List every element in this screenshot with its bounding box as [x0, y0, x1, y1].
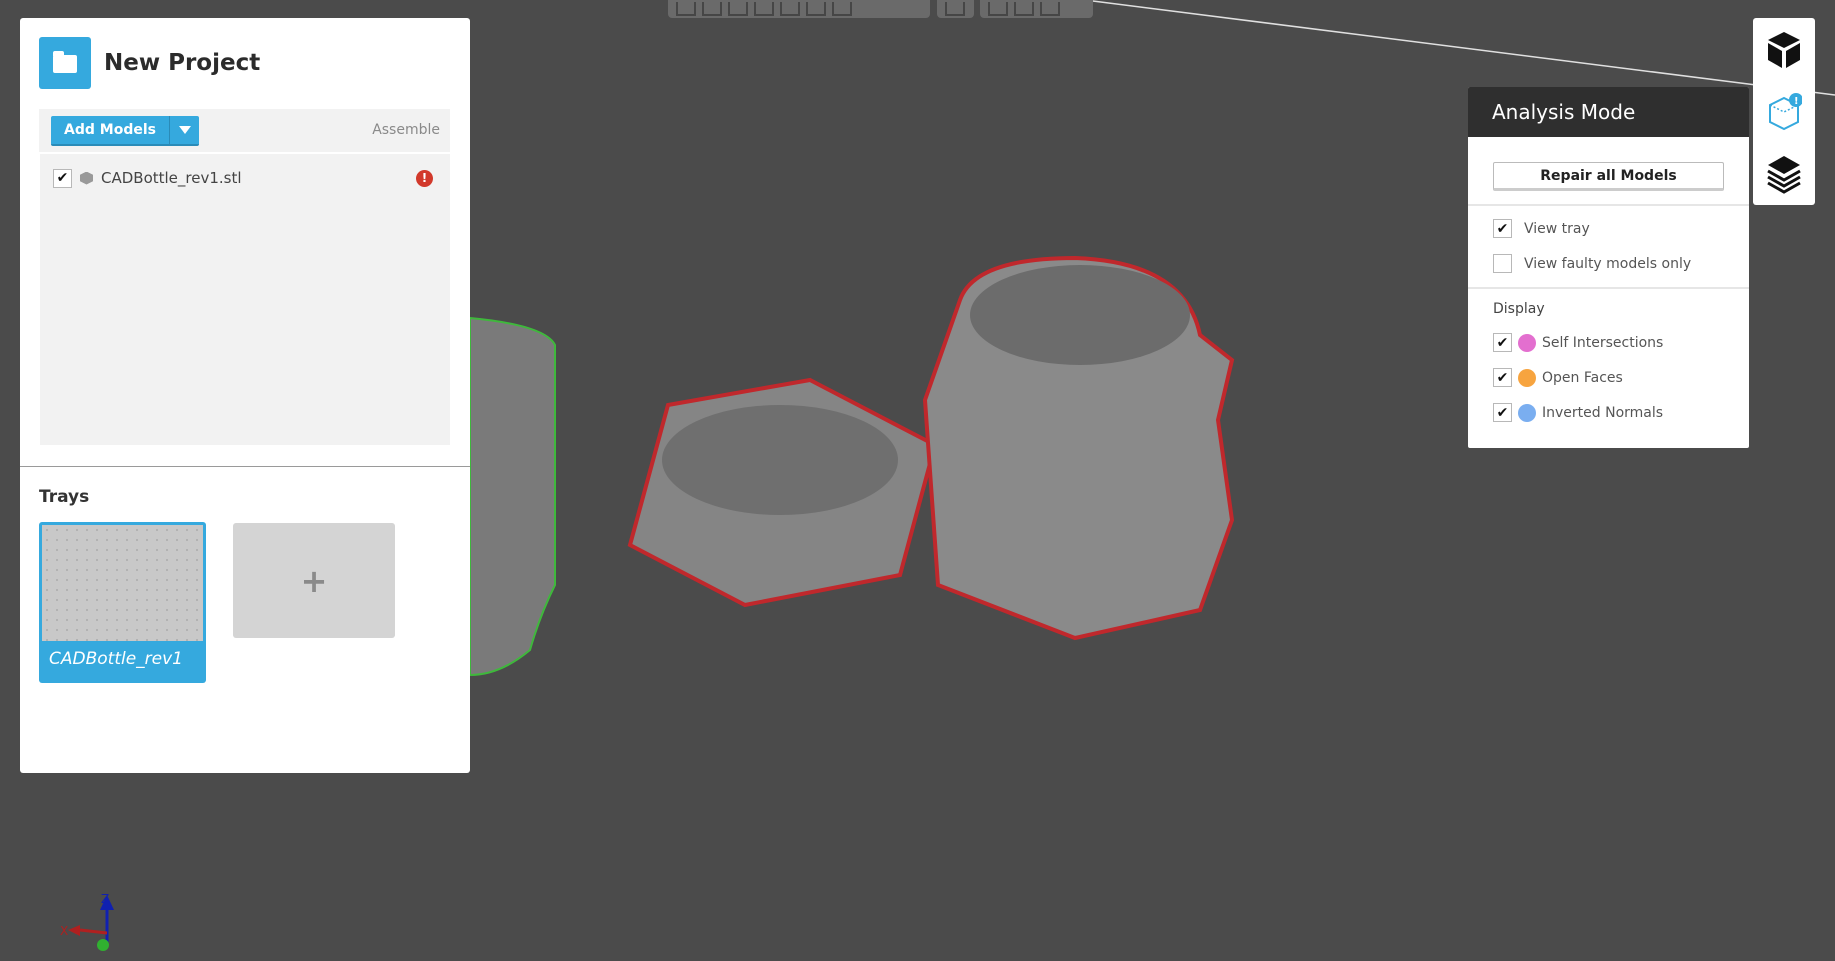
faulty-only-checkbox[interactable] — [1493, 254, 1512, 273]
layers-icon[interactable] — [1766, 154, 1802, 194]
view-toolbar — [668, 0, 930, 18]
view-bottom-icon[interactable] — [806, 2, 826, 16]
assemble-button[interactable]: Assemble — [372, 122, 440, 138]
view-back-icon[interactable] — [702, 2, 722, 16]
open-faces-checkbox[interactable]: ✔ — [1493, 368, 1512, 387]
option-label: Self Intersections — [1542, 334, 1664, 351]
model-name: CADBottle_rev1.stl — [101, 169, 242, 187]
zoom-toolbar — [980, 0, 1093, 18]
lid-inner — [662, 405, 898, 515]
option-label: Open Faces — [1542, 369, 1623, 386]
divider — [1468, 287, 1749, 289]
model-list: ✔ CADBottle_rev1.stl ! — [40, 154, 450, 445]
repair-all-button[interactable]: Repair all Models — [1493, 162, 1724, 191]
error-icon[interactable]: ! — [416, 169, 433, 187]
zoom-fit-icon[interactable] — [988, 2, 1008, 16]
view-tray-checkbox[interactable]: ✔ — [1493, 219, 1512, 238]
zoom-selection-icon[interactable] — [1014, 2, 1034, 16]
project-panel: New Project Add Models Assemble ✔ CADBot… — [20, 18, 470, 773]
add-tray-button[interactable]: + — [233, 523, 395, 638]
display-heading: Display — [1493, 301, 1545, 317]
project-title: New Project — [104, 50, 261, 76]
model-checkbox[interactable]: ✔ — [53, 168, 72, 188]
view-tray-option[interactable]: ✔ View tray — [1493, 219, 1590, 238]
inverted-normals-checkbox[interactable]: ✔ — [1493, 403, 1512, 422]
perspective-icon[interactable] — [945, 2, 965, 16]
view-iso-icon[interactable] — [832, 2, 852, 16]
option-label: View faulty models only — [1524, 255, 1692, 272]
color-swatch — [1518, 368, 1536, 387]
inverted-normals-option[interactable]: ✔ Inverted Normals — [1493, 403, 1663, 422]
add-models-button[interactable]: Add Models — [51, 116, 199, 146]
view-front-icon[interactable] — [676, 2, 696, 16]
option-label: View tray — [1524, 220, 1590, 237]
right-toolbar: ! — [1753, 18, 1815, 205]
chevron-down-icon — [178, 126, 191, 134]
option-label: Inverted Normals — [1542, 404, 1664, 421]
view-left-icon[interactable] — [728, 2, 748, 16]
faulty-only-option[interactable]: View faulty models only — [1493, 254, 1691, 273]
view-top-icon[interactable] — [780, 2, 800, 16]
cube-solid-icon[interactable] — [1766, 30, 1802, 70]
color-swatch — [1518, 333, 1536, 352]
svg-text:X: X — [60, 924, 68, 938]
divider — [1468, 204, 1749, 206]
models-toolbar: Add Models Assemble — [39, 109, 450, 152]
analysis-title: Analysis Mode — [1468, 87, 1749, 137]
add-models-label[interactable]: Add Models — [51, 116, 169, 144]
cube-icon — [80, 171, 93, 185]
svg-text:!: ! — [1794, 96, 1799, 107]
axis-gizmo: Z X — [60, 892, 114, 951]
analysis-cube-icon[interactable]: ! — [1766, 92, 1802, 132]
svg-text:Z: Z — [101, 892, 109, 906]
jar-opening — [970, 265, 1190, 365]
tray-thumbnail — [42, 525, 203, 641]
tray-card[interactable]: CADBottle_rev1 — [39, 522, 206, 683]
zoom-plane-icon[interactable] — [1040, 2, 1060, 16]
add-models-dropdown[interactable] — [169, 116, 199, 144]
open-faces-option[interactable]: ✔ Open Faces — [1493, 368, 1623, 387]
build-plate-edge — [1084, 0, 1835, 96]
model-behind-panel[interactable] — [469, 316, 556, 677]
tray-name: CADBottle_rev1 — [49, 649, 183, 669]
divider — [20, 466, 470, 467]
folder-icon — [39, 37, 91, 89]
trays-heading: Trays — [39, 487, 90, 507]
self-intersections-checkbox[interactable]: ✔ — [1493, 333, 1512, 352]
analysis-panel: Analysis Mode Repair all Models ✔ View t… — [1468, 87, 1749, 448]
self-intersections-option[interactable]: ✔ Self Intersections — [1493, 333, 1663, 352]
list-item[interactable]: ✔ CADBottle_rev1.stl ! — [53, 168, 433, 188]
perspective-toolbar — [937, 0, 974, 18]
color-swatch — [1518, 403, 1536, 422]
view-right-icon[interactable] — [754, 2, 774, 16]
